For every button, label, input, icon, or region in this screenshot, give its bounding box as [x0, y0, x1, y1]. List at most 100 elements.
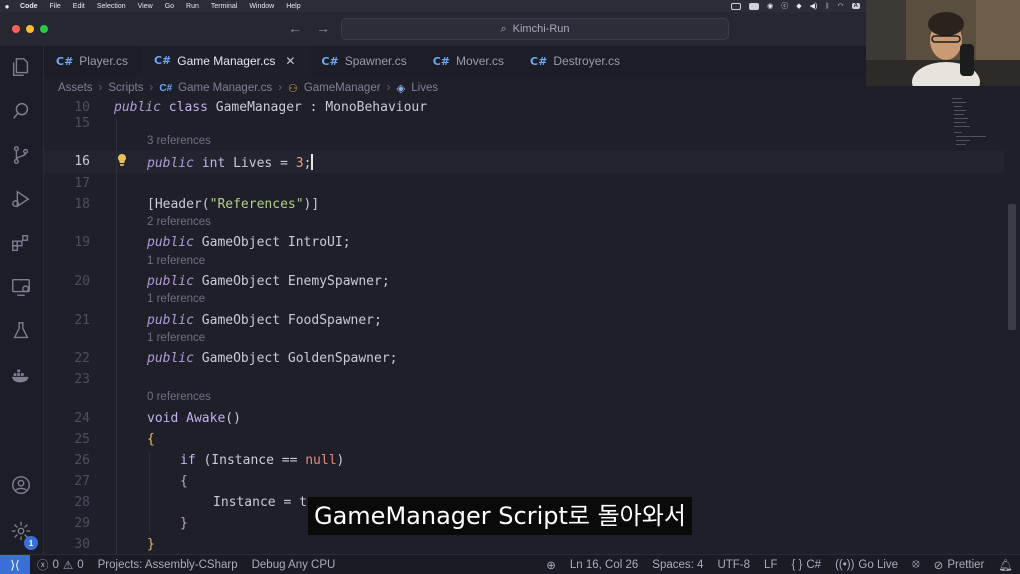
codelens-references[interactable]: 1 reference — [147, 293, 205, 305]
creative-cloud-icon[interactable]: ◉ — [767, 2, 773, 10]
menu-window[interactable]: Window — [243, 3, 280, 10]
menu-app-name[interactable]: Code — [14, 3, 44, 10]
vpn-icon[interactable]: ◆ — [796, 2, 801, 10]
breadcrumb-field[interactable]: Lives — [411, 82, 438, 94]
code-line: } — [147, 537, 155, 552]
testing-icon[interactable] — [10, 320, 34, 344]
search-view-icon[interactable] — [10, 100, 34, 124]
activity-bar: 1 — [0, 46, 44, 554]
docker-icon[interactable] — [10, 364, 34, 388]
menu-edit[interactable]: Edit — [67, 3, 91, 10]
tab-mover[interactable]: C# Mover.cs — [421, 46, 518, 76]
minimap[interactable] — [948, 96, 988, 156]
line-number: 24 — [74, 411, 90, 426]
line-ending[interactable]: LF — [757, 559, 784, 571]
command-center-search[interactable]: ⌕ Kimchi-Run — [341, 18, 729, 40]
wifi-icon[interactable]: ◠ — [838, 2, 844, 10]
forward-arrow-icon[interactable]: → — [316, 20, 330, 36]
prettier-button[interactable]: ⊘ Prettier — [927, 558, 992, 572]
code-editor[interactable]: 10 15 16 17 18 19 20 21 22 23 24 25 26 2… — [44, 98, 1020, 554]
menu-help[interactable]: Help — [280, 3, 306, 10]
breadcrumb-assets[interactable]: Assets — [58, 82, 93, 94]
menu-selection[interactable]: Selection — [91, 3, 132, 10]
close-paren: ) — [336, 453, 345, 468]
broadcast-icon: ((•)) — [835, 558, 855, 571]
copilot-icon[interactable]: ⦻ — [905, 558, 927, 571]
code-line: public GameObject EnemySpawner; — [147, 274, 390, 289]
line-number: 30 — [74, 537, 90, 552]
language-mode[interactable]: { } C# — [784, 559, 828, 571]
remote-icon[interactable]: ⟩⟨ — [0, 554, 30, 574]
close-tab-icon[interactable]: ✕ — [285, 54, 295, 68]
go-live-label: Go Live — [858, 558, 899, 571]
bluetooth-icon[interactable]: ᛒ — [825, 3, 829, 10]
notifications-bell-icon[interactable]: 🔔︎ — [991, 558, 1020, 572]
type-gameobject: GameObject — [201, 313, 281, 328]
video-subtitle: GameManager Script로 돌아와서 — [308, 497, 692, 535]
webcam-image — [866, 0, 1020, 86]
code-line: public class GameManager : MonoBehaviour — [114, 100, 427, 115]
code-line: void Awake() — [147, 411, 241, 426]
menu-terminal[interactable]: Terminal — [205, 3, 243, 10]
debug-config[interactable]: Debug Any CPU — [245, 559, 343, 571]
menu-file[interactable]: File — [44, 3, 67, 10]
vertical-scrollbar[interactable] — [1008, 204, 1016, 330]
keyword-void: void — [147, 411, 179, 426]
chevron-right-icon: › — [98, 82, 103, 94]
breadcrumb-scripts[interactable]: Scripts — [108, 82, 143, 94]
codelens-references[interactable]: 0 references — [147, 391, 211, 403]
attribute-open: [Header( — [147, 197, 210, 212]
codelens-references[interactable]: 1 reference — [147, 255, 205, 267]
problems-indicator[interactable]: ⓧ 0 ⚠ 0 — [30, 557, 91, 573]
encoding[interactable]: UTF-8 — [710, 559, 757, 571]
keyword-class: class — [168, 100, 208, 115]
display-icon[interactable] — [749, 2, 760, 10]
tab-spawner[interactable]: C# Spawner.cs — [309, 46, 420, 76]
codelens-references[interactable]: 3 references — [147, 135, 211, 147]
remote-explorer-icon[interactable] — [10, 276, 34, 300]
tab-destroyer[interactable]: C# Destroyer.cs — [518, 46, 634, 76]
tab-player[interactable]: C# Player.cs — [44, 46, 142, 76]
warning-count: 0 — [77, 558, 84, 571]
indentation[interactable]: Spaces: 4 — [645, 559, 710, 571]
back-arrow-icon[interactable]: ← — [288, 20, 302, 36]
menu-view[interactable]: View — [132, 3, 159, 10]
cursor-position[interactable]: Ln 16, Col 26 — [563, 559, 645, 571]
field-lives: Lives = — [225, 156, 296, 171]
workspace-name: Kimchi-Run — [512, 23, 570, 35]
zoom-icon[interactable]: ⊕ — [539, 558, 563, 572]
projects-indicator[interactable]: Projects: Assembly-CSharp — [91, 559, 245, 571]
explorer-icon[interactable] — [10, 56, 34, 80]
minimize-window-button[interactable] — [26, 25, 34, 33]
codelens-references[interactable]: 1 reference — [147, 332, 205, 344]
field-icon: ◈ — [396, 83, 406, 95]
code-line: if (Instance == null) — [180, 453, 344, 468]
close-window-button[interactable] — [12, 25, 20, 33]
codelens-references[interactable]: 2 references — [147, 216, 211, 228]
input-source-icon[interactable]: A — [851, 3, 860, 9]
menu-go[interactable]: Go — [159, 3, 180, 10]
volume-icon[interactable]: ◀) — [810, 2, 818, 10]
apple-icon[interactable]: ● — [0, 2, 14, 11]
manage-gear-icon[interactable] — [10, 520, 34, 544]
csharp-icon: C# — [530, 54, 548, 68]
line-number: 29 — [74, 516, 90, 531]
breadcrumb-class[interactable]: GameManager — [304, 82, 381, 94]
screen-record-icon[interactable] — [731, 2, 742, 10]
extensions-icon[interactable] — [10, 232, 34, 256]
prettier-label: Prettier — [947, 558, 985, 571]
run-debug-icon[interactable] — [10, 188, 34, 212]
line-number: 25 — [74, 432, 90, 447]
c-app-icon[interactable]: ⓒ — [781, 1, 788, 11]
csharp-icon: C# — [432, 54, 451, 68]
field-name: GoldenSpawner; — [280, 351, 398, 366]
breadcrumb-file[interactable]: Game Manager.cs — [178, 82, 272, 94]
go-live-button[interactable]: ((•)) Go Live — [828, 559, 905, 571]
keyword-public: public — [114, 100, 161, 115]
account-icon[interactable] — [10, 474, 34, 498]
menu-run[interactable]: Run — [180, 3, 205, 10]
zoom-window-button[interactable] — [40, 25, 48, 33]
source-control-icon[interactable] — [10, 144, 34, 168]
tab-game-manager[interactable]: C# Game Manager.cs ✕ — [141, 46, 310, 76]
lightbulb-icon[interactable] — [116, 153, 128, 167]
